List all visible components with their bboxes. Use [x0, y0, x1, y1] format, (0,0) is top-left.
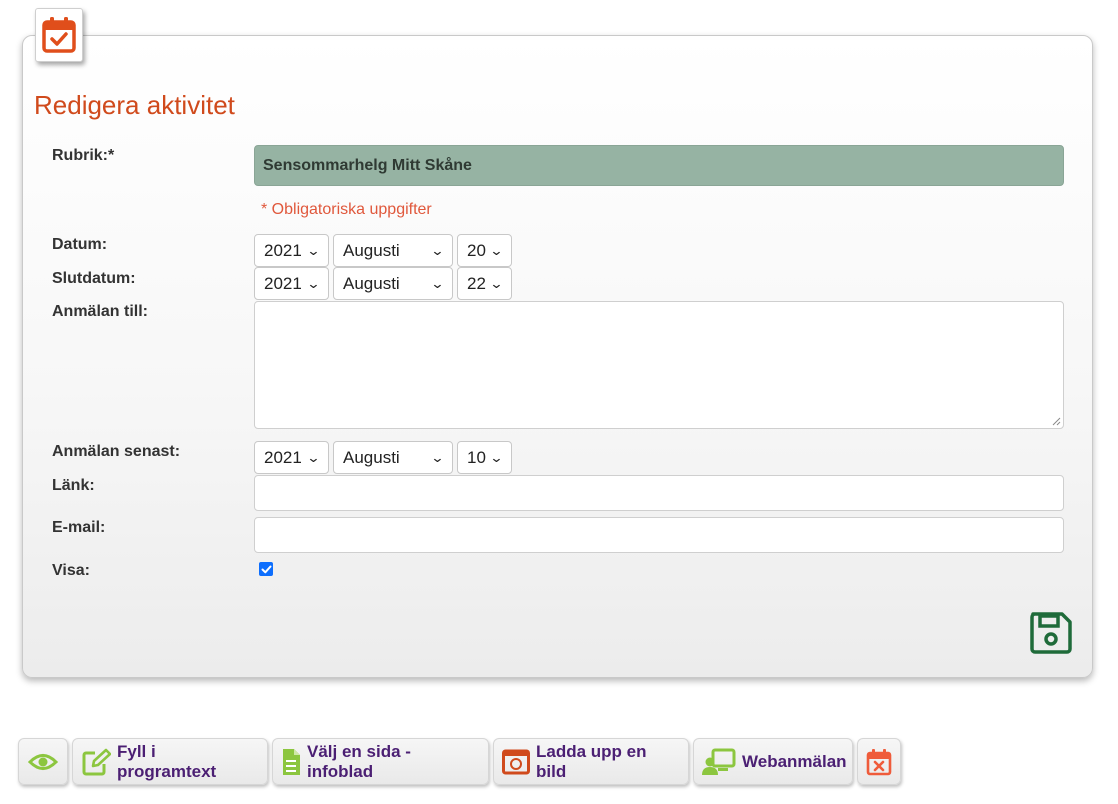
- anmalan-senast-day-select[interactable]: 10 ⌄: [457, 441, 512, 474]
- anmalan-till-textarea[interactable]: [254, 301, 1064, 429]
- anmalan-till-label: Anmälan till:: [52, 303, 149, 320]
- anmalan-senast-month-value: Augusti: [343, 447, 400, 467]
- anmalan-senast-label: Anmälan senast:: [52, 443, 181, 460]
- slutdatum-day-value: 22: [467, 273, 486, 293]
- required-note: * Obligatoriska uppgifter: [261, 201, 432, 218]
- anmalan-senast-year-select[interactable]: 2021 ⌄: [254, 441, 329, 474]
- web-signup-label: Webanmälan: [742, 751, 847, 771]
- anmalan-senast-year-value: 2021: [264, 447, 302, 467]
- anmalan-senast-month-select[interactable]: Augusti ⌄: [333, 441, 453, 474]
- rubrik-input[interactable]: [254, 145, 1064, 186]
- visa-label: Visa:: [52, 562, 90, 579]
- document-icon: [283, 748, 300, 775]
- slutdatum-year-value: 2021: [264, 273, 302, 293]
- chevron-down-icon: ⌄: [430, 449, 445, 465]
- datum-day-select[interactable]: 20 ⌄: [457, 234, 512, 267]
- delete-activity-button[interactable]: [857, 738, 901, 785]
- preview-button[interactable]: [18, 738, 68, 785]
- chevron-down-icon: ⌄: [430, 275, 445, 291]
- chevron-down-icon: ⌄: [489, 275, 504, 291]
- upload-image-label: Ladda upp en bild: [536, 741, 647, 781]
- visa-checkbox[interactable]: [259, 562, 273, 576]
- anmalan-senast-day-value: 10: [467, 447, 486, 467]
- eye-icon: [28, 753, 58, 770]
- floppy-disk-icon[interactable]: [1029, 611, 1073, 655]
- resize-handle-icon[interactable]: [1052, 417, 1061, 426]
- chevron-down-icon: ⌄: [489, 242, 504, 258]
- datum-day-value: 20: [467, 240, 486, 260]
- chevron-down-icon: ⌄: [306, 275, 321, 291]
- datum-month-value: Augusti: [343, 240, 400, 260]
- checkmark-icon: [261, 565, 271, 573]
- calendar-check-icon: [42, 17, 76, 53]
- chevron-down-icon: ⌄: [306, 449, 321, 465]
- page-title: Redigera aktivitet: [34, 90, 235, 120]
- slutdatum-month-value: Augusti: [343, 273, 400, 293]
- chevron-down-icon: ⌄: [306, 242, 321, 258]
- email-input[interactable]: [254, 517, 1064, 553]
- choose-page-label: Välj en sida - infoblad: [307, 741, 411, 781]
- slutdatum-label: Slutdatum:: [52, 270, 136, 287]
- fill-program-text-button[interactable]: Fyll i programtext: [72, 738, 268, 785]
- user-screen-icon: [702, 748, 736, 775]
- chevron-down-icon: ⌄: [430, 242, 445, 258]
- datum-year-value: 2021: [264, 240, 302, 260]
- datum-month-select[interactable]: Augusti ⌄: [333, 234, 453, 267]
- calendar-check-badge: [35, 8, 83, 62]
- fill-program-text-label: Fyll i programtext: [117, 741, 217, 781]
- calendar-x-icon: [866, 748, 892, 775]
- datum-label: Datum:: [52, 236, 108, 253]
- datum-year-select[interactable]: 2021 ⌄: [254, 234, 329, 267]
- choose-page-button[interactable]: Välj en sida - infoblad: [272, 738, 489, 785]
- slutdatum-month-select[interactable]: Augusti ⌄: [333, 267, 453, 300]
- lank-input[interactable]: [254, 475, 1064, 511]
- chevron-down-icon: ⌄: [489, 449, 504, 465]
- slutdatum-year-select[interactable]: 2021 ⌄: [254, 267, 329, 300]
- upload-image-button[interactable]: Ladda upp en bild: [493, 738, 689, 785]
- slutdatum-day-select[interactable]: 22 ⌄: [457, 267, 512, 300]
- email-label: E-mail:: [52, 519, 106, 536]
- image-upload-icon: [502, 749, 530, 774]
- rubrik-label: Rubrik:*: [52, 147, 115, 164]
- edit-pencil-icon: [82, 748, 111, 775]
- lank-label: Länk:: [52, 477, 95, 494]
- web-signup-button[interactable]: Webanmälan: [693, 738, 853, 785]
